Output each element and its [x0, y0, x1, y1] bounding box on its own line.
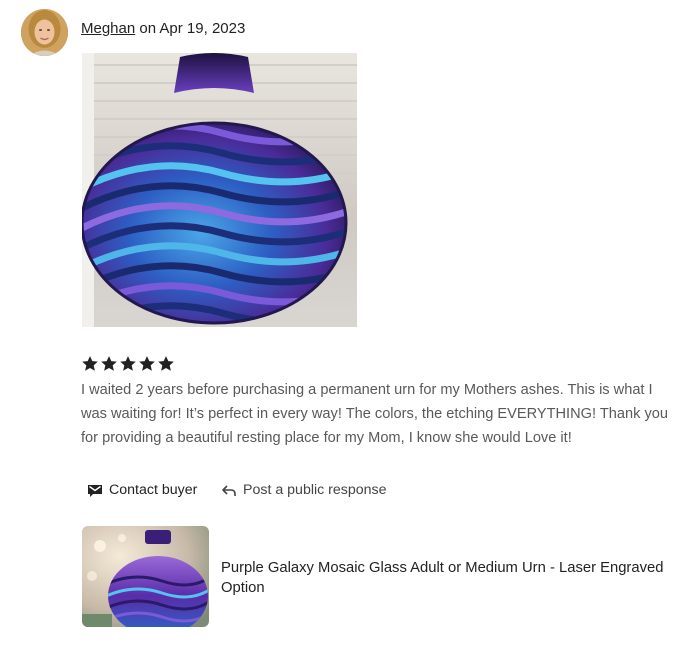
envelope-icon — [87, 482, 103, 498]
contact-buyer-label: Contact buyer — [109, 482, 198, 498]
review-photo[interactable] — [82, 53, 357, 327]
review-card: Meghan on Apr 19, 2023 I waited 2 years … — [0, 0, 688, 658]
star-icon — [158, 356, 174, 371]
review-header: Meghan on Apr 19, 2023 — [81, 20, 245, 38]
review-text: I waited 2 years before purchasing a per… — [81, 382, 668, 446]
avatar[interactable] — [21, 9, 68, 56]
reviewer-name-link[interactable]: Meghan — [81, 20, 135, 37]
listing-thumbnail[interactable] — [82, 526, 209, 627]
review-date: on Apr 19, 2023 — [135, 20, 246, 37]
post-public-response-button[interactable]: Post a public response — [221, 479, 387, 501]
contact-buyer-button[interactable]: Contact buyer — [87, 479, 197, 501]
star-icon — [82, 356, 98, 371]
listing-title-link[interactable]: Purple Galaxy Mosaic Glass Adult or Medi… — [221, 558, 676, 598]
star-icon — [120, 356, 136, 371]
reply-arrow-icon — [221, 482, 237, 498]
star-icon — [101, 356, 117, 371]
star-rating — [81, 355, 175, 375]
star-icon — [139, 356, 155, 371]
post-public-response-label: Post a public response — [243, 482, 387, 498]
